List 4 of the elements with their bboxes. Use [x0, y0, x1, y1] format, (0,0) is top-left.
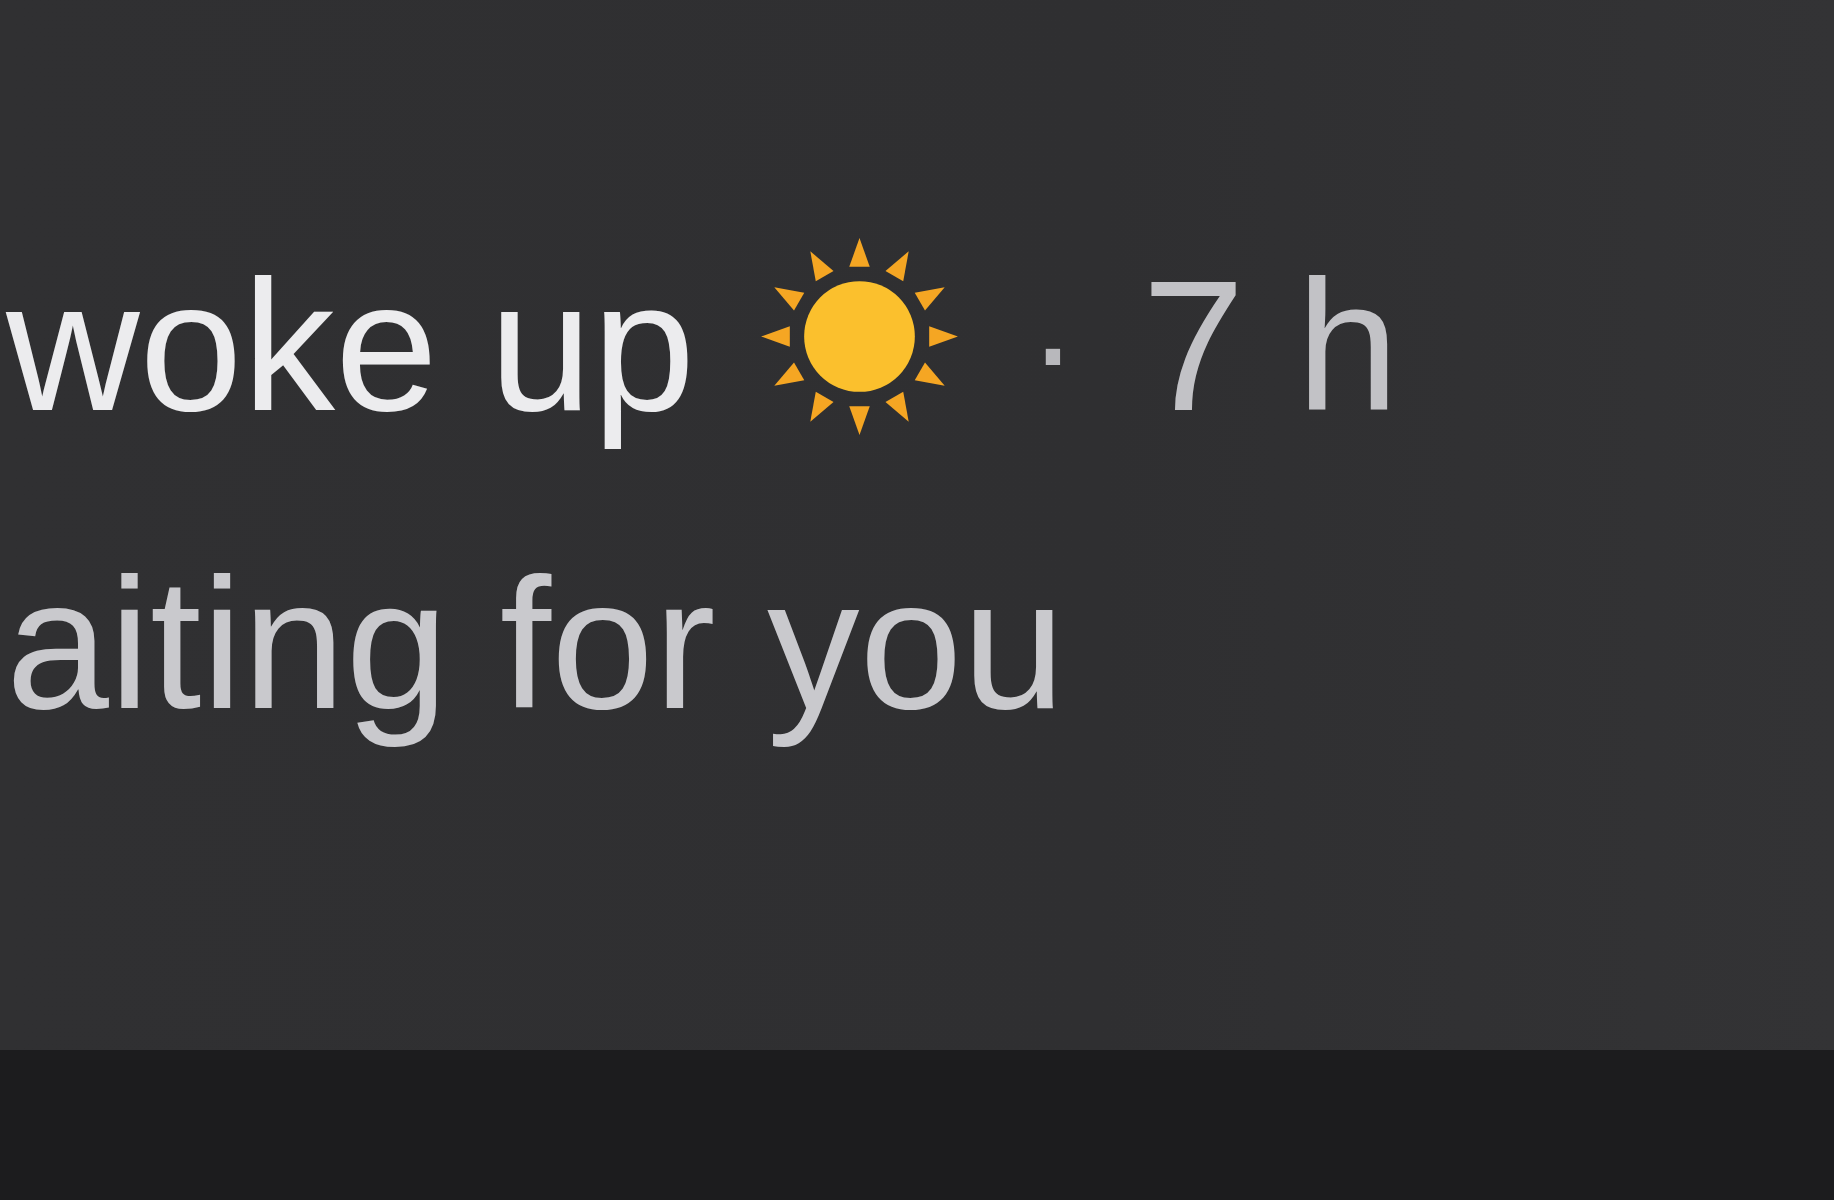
- status-text: woke up: [6, 242, 696, 451]
- timestamp: 7 h: [1142, 242, 1400, 451]
- separator-dot: ·: [1028, 261, 1078, 432]
- message-text: aiting for you: [6, 540, 1066, 749]
